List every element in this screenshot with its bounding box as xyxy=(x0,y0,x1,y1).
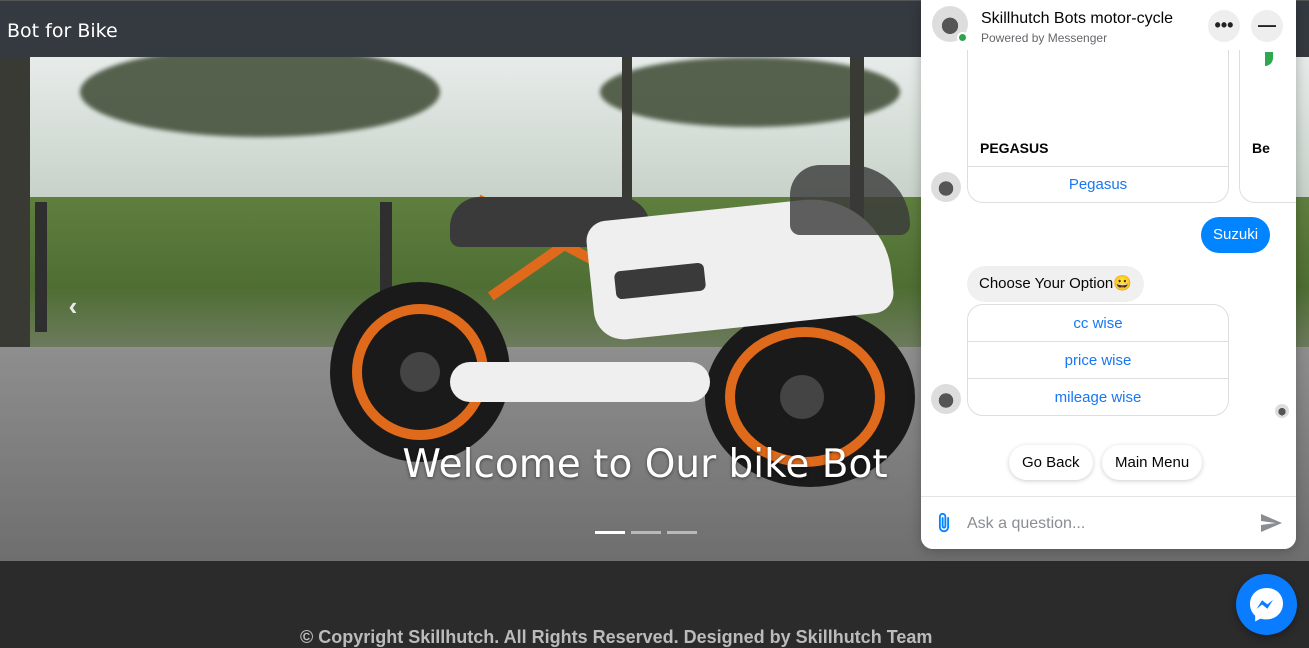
chevron-left-icon: ‹ xyxy=(68,291,78,321)
message-composer xyxy=(921,496,1296,549)
navbar-brand[interactable]: Bot for Bike xyxy=(7,20,118,42)
option-cc-wise[interactable]: cc wise xyxy=(968,305,1228,342)
fence-post xyxy=(35,202,47,332)
bot-message-bubble: Choose Your Option😀 xyxy=(967,266,1144,302)
footer-copyright: © Copyright Skillhutch. All Rights Reser… xyxy=(300,627,933,647)
carousel-indicators xyxy=(595,531,697,534)
hero-tree-trunk xyxy=(0,57,30,387)
footer: © Copyright Skillhutch. All Rights Reser… xyxy=(0,561,1309,647)
bot-avatar-small xyxy=(931,384,961,414)
carousel-card-next[interactable]: Be xyxy=(1239,50,1296,203)
messenger-icon xyxy=(1250,588,1283,622)
messenger-launcher-button[interactable] xyxy=(1236,574,1297,635)
minimize-icon: — xyxy=(1258,15,1276,35)
option-price-wise[interactable]: price wise xyxy=(968,342,1228,379)
carousel-indicator[interactable] xyxy=(631,531,661,534)
bike-rear-hub xyxy=(400,352,440,392)
bike-front-hub xyxy=(780,375,824,419)
seen-indicator-avatar xyxy=(1275,404,1289,418)
option-mileage-wise[interactable]: mileage wise xyxy=(968,379,1228,415)
messenger-chat-window: Skillhutch Bots motor-cycle Powered by M… xyxy=(921,0,1296,549)
quick-reply-main-menu[interactable]: Main Menu xyxy=(1102,445,1203,480)
option-buttons: cc wise price wise mileage wise xyxy=(967,304,1229,416)
carousel-indicator[interactable] xyxy=(595,531,625,534)
online-status-dot xyxy=(957,32,968,43)
paperclip-icon[interactable] xyxy=(933,511,955,535)
minimize-chat-button[interactable]: — xyxy=(1251,10,1283,42)
carousel-card: PEGASUS Pegasus xyxy=(967,50,1229,203)
card-button-pegasus[interactable]: Pegasus xyxy=(968,166,1228,202)
hero-tree-trunk xyxy=(622,57,632,207)
chat-subtitle: Powered by Messenger xyxy=(981,31,1108,45)
bot-avatar-small xyxy=(931,172,961,202)
chat-title: Skillhutch Bots motor-cycle xyxy=(981,10,1174,27)
quick-reply-go-back[interactable]: Go Back xyxy=(1009,445,1093,480)
user-message-bubble: Suzuki xyxy=(1201,217,1271,253)
card-title: PEGASUS xyxy=(980,140,1049,156)
card-title: Be xyxy=(1252,140,1270,156)
carousel-indicator[interactable] xyxy=(667,531,697,534)
more-options-button[interactable]: ••• xyxy=(1208,10,1240,42)
chat-header: Skillhutch Bots motor-cycle Powered by M… xyxy=(921,0,1296,50)
message-input[interactable] xyxy=(967,511,1237,537)
carousel-prev-button[interactable]: ‹ xyxy=(58,291,88,321)
more-dots-icon: ••• xyxy=(1214,15,1234,35)
send-icon[interactable] xyxy=(1259,511,1283,535)
bike-exhaust xyxy=(450,362,710,402)
